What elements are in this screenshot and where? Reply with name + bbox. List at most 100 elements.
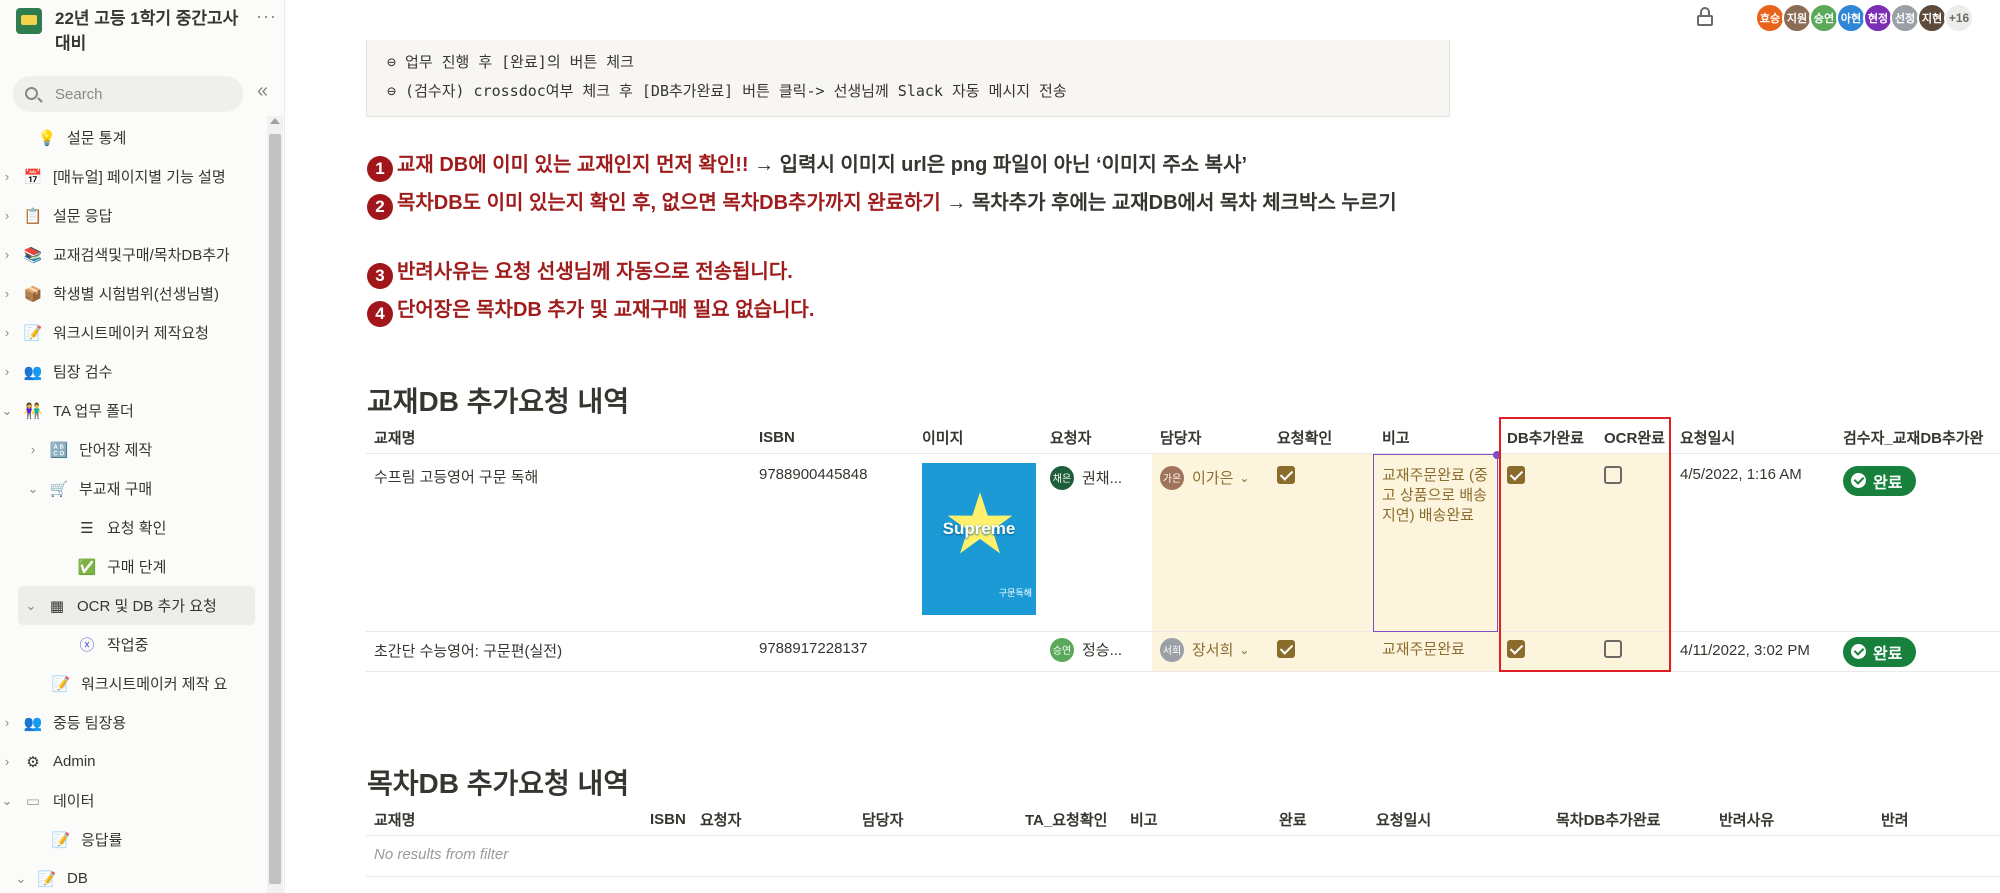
cell-note[interactable]: 교재주문완료 bbox=[1374, 631, 1499, 672]
sidebar-item-admin[interactable]: › ⚙ Admin bbox=[0, 742, 265, 781]
avatar[interactable]: 효승 bbox=[1755, 3, 1785, 33]
cell-isbn[interactable]: 9788917228137 bbox=[751, 631, 914, 672]
sidebar-item-ta-folder[interactable]: ⌄ 👫 TA 업무 폴더 bbox=[0, 391, 265, 430]
cell-request-confirmed[interactable] bbox=[1269, 453, 1374, 632]
status-badge[interactable]: 완료 bbox=[1843, 636, 1917, 667]
sidebar-item-response-rate[interactable]: 📝 응답률 bbox=[0, 820, 265, 859]
request-confirmed-checkbox[interactable] bbox=[1277, 465, 1295, 484]
column-header[interactable]: 교재명 bbox=[366, 423, 751, 454]
column-header[interactable]: 비고 bbox=[1374, 423, 1499, 454]
table-row[interactable]: 수프림 고등영어 구문 독해 9788900445848 ★ Supreme 구… bbox=[366, 453, 2000, 632]
column-header[interactable]: 요청확인 bbox=[1269, 423, 1374, 454]
column-header[interactable]: ISBN bbox=[642, 805, 692, 836]
column-header[interactable]: 목차DB추가완료 bbox=[1548, 805, 1711, 836]
avatar[interactable]: 현정 bbox=[1863, 3, 1893, 33]
expand-chevron-icon[interactable]: ⌄ bbox=[0, 403, 14, 419]
expand-chevron-icon[interactable]: › bbox=[0, 715, 14, 730]
column-header[interactable]: 검수자_교재DB추가완 bbox=[1835, 423, 2000, 454]
sidebar-item-textbook-search[interactable]: › 📚 교재검색및구매/목차DB추가 bbox=[0, 235, 265, 274]
avatar[interactable]: 지원 bbox=[1782, 3, 1812, 33]
expand-chevron-icon[interactable]: › bbox=[0, 325, 14, 340]
more-icon[interactable]: ··· bbox=[256, 6, 277, 27]
sidebar-item-worksheet-make[interactable]: 📝 워크시트메이커 제작 요 bbox=[0, 664, 265, 703]
column-header[interactable]: 반려사유 bbox=[1711, 805, 1873, 836]
avatar[interactable]: 지현 bbox=[1917, 3, 1947, 33]
chevron-down-icon[interactable]: ⌄ bbox=[1239, 471, 1249, 485]
lock-icon[interactable] bbox=[1697, 7, 1713, 26]
column-header[interactable]: 비고 bbox=[1122, 805, 1271, 836]
table-row[interactable]: 초간단 수능영어: 구문편(실전) 9788917228137 승연 정승... … bbox=[366, 631, 2000, 672]
sidebar-item-in-progress[interactable]: ⓧ 작업중 bbox=[0, 625, 265, 664]
request-confirmed-checkbox[interactable] bbox=[1277, 639, 1295, 658]
expand-chevron-icon[interactable]: › bbox=[0, 247, 14, 262]
book-cover-image[interactable]: ★ Supreme 구문독해 bbox=[922, 462, 1036, 615]
avatar[interactable]: 선정 bbox=[1890, 3, 1920, 33]
sidebar-item-exam-range[interactable]: › 📦 학생별 시험범위(선생님별) bbox=[0, 274, 265, 313]
cell-image[interactable]: ★ Supreme 구문독해 bbox=[914, 453, 1042, 632]
collaborator-avatars[interactable]: 효승 지원 승연 아현 현정 선정 지현 +16 bbox=[1755, 3, 1974, 33]
sidebar-item-middle-team[interactable]: › 👥 중등 팀장용 bbox=[0, 703, 265, 742]
sidebar-item-vocab[interactable]: › 🔠 단어장 제작 bbox=[0, 430, 265, 469]
column-header[interactable]: 요청일시 bbox=[1672, 423, 1835, 454]
column-header[interactable]: 이미지 bbox=[914, 423, 1042, 454]
chevron-down-icon[interactable]: ⌄ bbox=[1239, 643, 1249, 657]
column-header[interactable]: 완료 bbox=[1271, 805, 1368, 836]
expand-chevron-icon[interactable]: ⌄ bbox=[24, 598, 38, 614]
cell-request-date[interactable]: 4/11/2022, 3:02 PM bbox=[1672, 631, 1835, 672]
column-header[interactable]: 요청자 bbox=[692, 805, 854, 836]
cell-reviewer-status[interactable]: 완료 bbox=[1835, 631, 2000, 672]
sidebar-item-sub-textbook[interactable]: ⌄ 🛒 부교재 구매 bbox=[0, 469, 265, 508]
column-header[interactable]: 요청자 bbox=[1042, 423, 1152, 454]
search-input[interactable] bbox=[55, 76, 235, 112]
expand-chevron-icon[interactable]: › bbox=[0, 364, 14, 379]
sidebar-item-db[interactable]: ⌄ 📝 DB bbox=[0, 859, 265, 893]
cell-request-confirmed[interactable] bbox=[1269, 631, 1374, 672]
scrollbar-thumb[interactable] bbox=[269, 134, 281, 884]
expand-chevron-icon[interactable]: ⌄ bbox=[0, 793, 14, 809]
cell-request-date[interactable]: 4/5/2022, 1:16 AM bbox=[1672, 453, 1835, 632]
sidebar-item-worksheet-request[interactable]: › 📝 워크시트메이커 제작요청 bbox=[0, 313, 265, 352]
cell-textbook-name[interactable]: 수프림 고등영어 구문 독해 bbox=[366, 453, 751, 632]
cell-textbook-name[interactable]: 초간단 수능영어: 구문편(실전) bbox=[366, 631, 751, 672]
scroll-up-arrow-icon[interactable] bbox=[270, 118, 280, 124]
column-header[interactable]: 요청일시 bbox=[1368, 805, 1548, 836]
sidebar-item-manual[interactable]: › 📅 [매뉴얼] 페이지별 기능 설명 bbox=[0, 157, 265, 196]
expand-chevron-icon[interactable]: › bbox=[26, 442, 40, 457]
more-collaborators-badge[interactable]: +16 bbox=[1944, 3, 1974, 33]
sidebar-item-request-check[interactable]: ☰ 요청 확인 bbox=[0, 508, 265, 547]
expand-chevron-icon[interactable]: ⌄ bbox=[14, 871, 28, 887]
column-header[interactable]: TA_요청확인 bbox=[1017, 805, 1122, 836]
cell-reviewer-status[interactable]: 완료 bbox=[1835, 453, 2000, 632]
expand-chevron-icon[interactable]: › bbox=[0, 208, 14, 223]
sidebar-item-survey-responses[interactable]: › 📋 설문 응답 bbox=[0, 196, 265, 235]
column-header[interactable]: 반려 bbox=[1873, 805, 2000, 836]
sidebar-item-ocr-db[interactable]: ⌄ ▦ OCR 및 DB 추가 요청 bbox=[18, 586, 255, 625]
sidebar-scrollbar[interactable] bbox=[267, 116, 283, 893]
check-icon bbox=[1851, 473, 1866, 488]
cell-image[interactable] bbox=[914, 631, 1042, 672]
sidebar-item-data[interactable]: ⌄ ▭ 데이터 bbox=[0, 781, 265, 820]
avatar[interactable]: 아현 bbox=[1836, 3, 1866, 33]
column-header[interactable]: ISBN bbox=[751, 423, 914, 454]
sidebar-item-purchase-step[interactable]: ✅ 구매 단계 bbox=[0, 547, 265, 586]
sidebar-item-survey-stats[interactable]: 💡 설문 통계 bbox=[0, 118, 265, 157]
cell-isbn[interactable]: 9788900445848 bbox=[751, 453, 914, 632]
search-bar[interactable] bbox=[13, 76, 243, 112]
column-header[interactable]: 교재명 bbox=[366, 805, 642, 836]
cell-owner[interactable]: 가은 이가은 ⌄ bbox=[1152, 453, 1269, 632]
cell-requester[interactable]: 채은 권채... bbox=[1042, 453, 1152, 632]
expand-chevron-icon[interactable]: › bbox=[0, 169, 14, 184]
textbook-db-table: 교재명 ISBN 이미지 요청자 담당자 요청확인 비고 DB추가완료 OCR완… bbox=[366, 423, 2000, 672]
cell-requester[interactable]: 승연 정승... bbox=[1042, 631, 1152, 672]
expand-chevron-icon[interactable]: › bbox=[0, 286, 14, 301]
status-badge[interactable]: 완료 bbox=[1843, 465, 1917, 496]
collapse-sidebar-icon[interactable]: « bbox=[257, 80, 268, 103]
sidebar-item-team-review[interactable]: › 👥 팀장 검수 bbox=[0, 352, 265, 391]
column-header[interactable]: 담당자 bbox=[854, 805, 1017, 836]
expand-chevron-icon[interactable]: › bbox=[0, 754, 14, 769]
expand-chevron-icon[interactable]: ⌄ bbox=[26, 481, 40, 497]
workspace-header[interactable]: 22년 고등 1학기 중간고사 대비 ··· bbox=[10, 4, 280, 56]
cell-owner[interactable]: 서희 장서희 ⌄ bbox=[1152, 631, 1269, 672]
avatar[interactable]: 승연 bbox=[1809, 3, 1839, 33]
column-header[interactable]: 담당자 bbox=[1152, 423, 1269, 454]
